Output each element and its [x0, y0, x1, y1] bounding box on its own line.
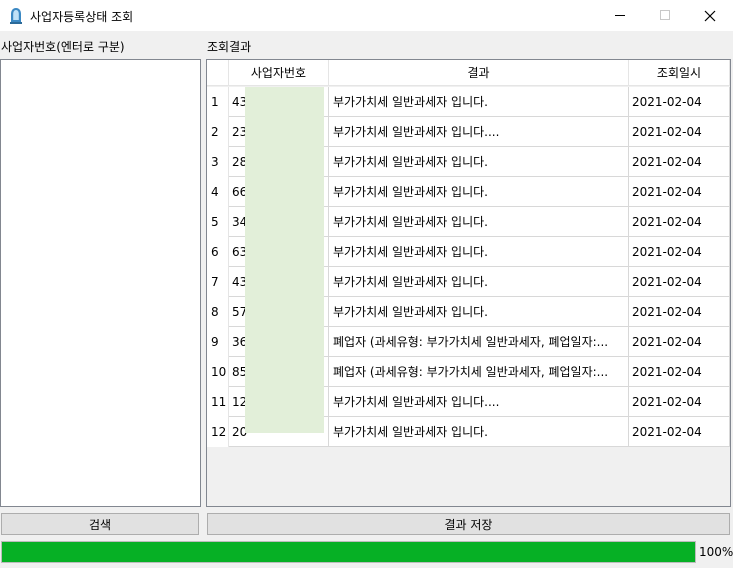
- query-date-cell[interactable]: 2021-02-04: [629, 267, 730, 297]
- result-cell[interactable]: 부가가치세 일반과세자 입니다.: [329, 87, 629, 117]
- row-number: 4: [207, 177, 229, 207]
- result-cell[interactable]: 폐업자 (과세유형: 부가가치세 일반과세자, 폐업일자:...: [329, 357, 629, 387]
- query-date-cell[interactable]: 2021-02-04: [629, 237, 730, 267]
- result-cell[interactable]: 부가가치세 일반과세자 입니다.: [329, 207, 629, 237]
- row-number: 11: [207, 387, 229, 417]
- minimize-icon: [614, 15, 625, 16]
- window-title: 사업자등록상태 조회: [30, 10, 134, 24]
- query-date-cell[interactable]: 2021-02-04: [629, 327, 730, 357]
- progress-fill: [2, 542, 695, 562]
- business-number-input[interactable]: [0, 59, 201, 507]
- business-number-input-label: 사업자번호(엔터로 구분): [1, 40, 125, 54]
- result-cell[interactable]: 부가가치세 일반과세자 입니다.: [329, 177, 629, 207]
- result-cell[interactable]: 부가가치세 일반과세자 입니다.: [329, 417, 629, 447]
- table-corner: [207, 60, 229, 86]
- result-cell[interactable]: 부가가치세 일반과세자 입니다....: [329, 387, 629, 417]
- row-number: 12: [207, 417, 229, 447]
- result-cell[interactable]: 부가가치세 일반과세자 입니다.: [329, 237, 629, 267]
- row-number: 8: [207, 297, 229, 327]
- query-date-cell[interactable]: 2021-02-04: [629, 87, 730, 117]
- result-cell[interactable]: 부가가치세 일반과세자 입니다.: [329, 297, 629, 327]
- header-query-date[interactable]: 조회일시: [629, 60, 730, 86]
- row-number: 3: [207, 147, 229, 177]
- title-bar: 사업자등록상태 조회: [0, 0, 733, 31]
- row-number: 2: [207, 117, 229, 147]
- progress-bar: [1, 541, 696, 563]
- result-cell[interactable]: 부가가치세 일반과세자 입니다....: [329, 117, 629, 147]
- close-button[interactable]: [687, 0, 733, 31]
- result-cell[interactable]: 부가가치세 일반과세자 입니다.: [329, 147, 629, 177]
- row-number: 6: [207, 237, 229, 267]
- header-business-number[interactable]: 사업자번호: [229, 60, 329, 86]
- result-cell[interactable]: 부가가치세 일반과세자 입니다.: [329, 267, 629, 297]
- progress-percent: 100%: [699, 545, 733, 559]
- save-results-button[interactable]: 결과 저장: [207, 513, 730, 535]
- redaction-overlay: [245, 87, 324, 433]
- query-date-cell[interactable]: 2021-02-04: [629, 207, 730, 237]
- maximize-button[interactable]: [642, 0, 688, 31]
- query-date-cell[interactable]: 2021-02-04: [629, 417, 730, 447]
- query-date-cell[interactable]: 2021-02-04: [629, 297, 730, 327]
- close-icon: [704, 10, 716, 21]
- row-number: 10: [207, 357, 229, 387]
- app-icon: [9, 7, 23, 24]
- query-date-cell[interactable]: 2021-02-04: [629, 177, 730, 207]
- result-cell[interactable]: 폐업자 (과세유형: 부가가치세 일반과세자, 폐업일자:...: [329, 327, 629, 357]
- row-number: 1: [207, 87, 229, 117]
- result-table[interactable]: 사업자번호 결과 조회일시 1 43 부가가치세 일반과세자 입니다. 2021-02…: [206, 59, 731, 507]
- query-date-cell[interactable]: 2021-02-04: [629, 357, 730, 387]
- row-number: 7: [207, 267, 229, 297]
- search-button[interactable]: 검색: [1, 513, 199, 535]
- table-header-row: 사업자번호 결과 조회일시: [207, 60, 730, 86]
- result-label: 조회결과: [207, 40, 252, 54]
- minimize-button[interactable]: [597, 0, 643, 31]
- maximize-icon: [659, 10, 670, 20]
- query-date-cell[interactable]: 2021-02-04: [629, 387, 730, 417]
- row-number: 9: [207, 327, 229, 357]
- query-date-cell[interactable]: 2021-02-04: [629, 147, 730, 177]
- header-result[interactable]: 결과: [329, 60, 629, 86]
- row-number: 5: [207, 207, 229, 237]
- query-date-cell[interactable]: 2021-02-04: [629, 117, 730, 147]
